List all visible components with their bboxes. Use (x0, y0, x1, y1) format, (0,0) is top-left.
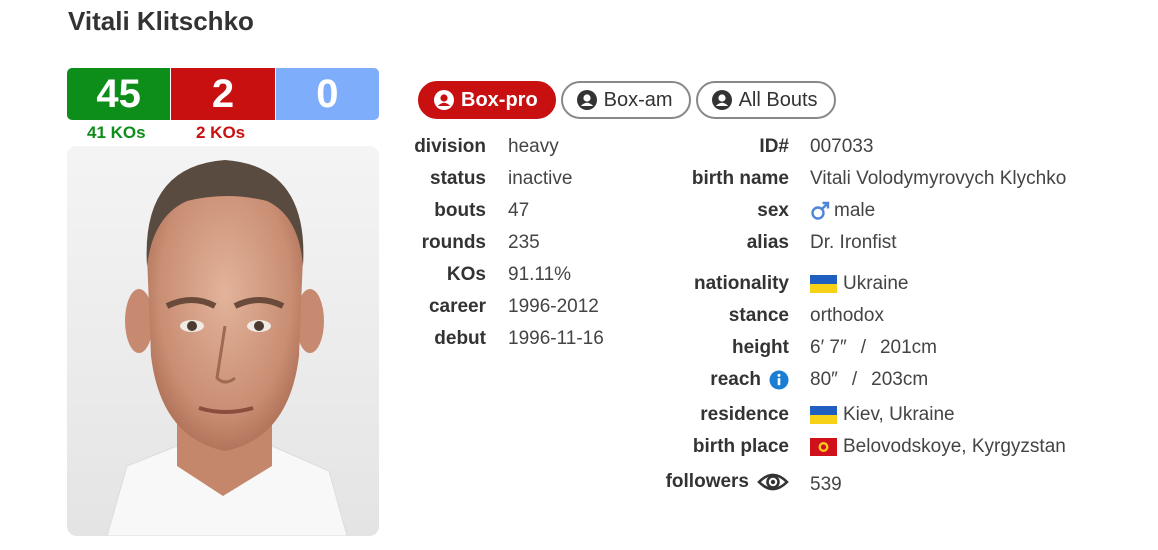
height-imperial: 6′ 7″ (810, 337, 847, 358)
birth-place-value-row: Belovodskoye, Kyrgyzstan (810, 436, 1066, 458)
birth-name-value: Vitali Volodymyrovych Klychko (810, 168, 1067, 189)
followers-label-row: followers (666, 470, 789, 494)
bouts-value: 47 (508, 200, 530, 221)
male-symbol-icon (811, 201, 830, 220)
sex-value-row: male (810, 200, 875, 222)
nationality-value-row: Ukraine (810, 273, 908, 295)
eye-icon[interactable] (757, 470, 789, 494)
info-icon[interactable] (769, 370, 789, 390)
reach-value-row: 80″ / 203cm (810, 369, 928, 391)
draws-count[interactable]: 0 (275, 68, 379, 120)
debut-label: debut (434, 328, 486, 349)
followers-value: 539 (810, 474, 842, 495)
height-value-row: 6′ 7″ / 201cm (810, 337, 937, 359)
tab-box-am-label: Box-am (603, 88, 673, 111)
kos-value: 91.11% (508, 264, 572, 285)
status-label: status (430, 168, 486, 189)
residence-value-row: Kiev, Ukraine (810, 404, 955, 426)
career-label: career (428, 296, 486, 317)
career-value: 1996-2012 (508, 296, 599, 317)
tab-box-pro[interactable]: Box-pro (418, 81, 556, 119)
division-value: heavy (508, 136, 559, 157)
height-separator: / (860, 337, 866, 358)
boxer-name: Vitali Klitschko (68, 6, 254, 36)
id-label: ID# (759, 136, 789, 157)
residence-value[interactable]: Kiev, Ukraine (843, 404, 955, 426)
user-circle-icon (576, 90, 597, 110)
nationality-value: Ukraine (843, 273, 909, 294)
status-value: inactive (508, 168, 573, 189)
stance-value: orthodox (810, 305, 884, 326)
sex-label: sex (757, 200, 789, 221)
birth-place-label: birth place (692, 436, 789, 457)
debut-value: 1996-11-16 (508, 328, 604, 349)
ukraine-flag-icon (810, 406, 837, 424)
rounds-value: 235 (508, 232, 540, 253)
tab-all-bouts[interactable]: All Bouts (695, 81, 836, 119)
losses-count[interactable]: 2 (170, 68, 276, 120)
reach-label: reach (710, 369, 761, 390)
id-value: 007033 (810, 136, 874, 157)
reach-imperial: 80″ (810, 369, 838, 390)
height-metric: 201cm (879, 337, 938, 358)
sex-value: male (834, 200, 876, 221)
ukraine-flag-icon (810, 275, 837, 293)
height-label: height (732, 337, 789, 358)
user-circle-icon (434, 90, 454, 110)
kyrgyzstan-flag-icon (810, 438, 837, 456)
alias-label: alias (746, 232, 789, 253)
birth-place-value[interactable]: Belovodskoye, Kyrgyzstan (843, 436, 1066, 458)
stance-label: stance (728, 305, 789, 326)
reach-label-row: reach (710, 369, 789, 391)
profile-tabs: Box-pro Box-am All Bouts (418, 81, 836, 119)
record-bar: 45 2 0 (67, 68, 379, 120)
bouts-label: bouts (434, 200, 486, 221)
nationality-label: nationality (693, 273, 789, 294)
alias-value: Dr. Ironfist (810, 232, 897, 253)
reach-metric: 203cm (871, 369, 929, 390)
boxer-photo (67, 146, 379, 536)
kos-label: KOs (446, 264, 486, 285)
tab-box-pro-label: Box-pro (461, 88, 538, 111)
tab-all-bouts-label: All Bouts (738, 88, 818, 111)
rounds-label: rounds (421, 232, 486, 253)
wins-count[interactable]: 45 (67, 68, 171, 120)
residence-label: residence (700, 404, 789, 425)
win-kos: 41 KOs (87, 123, 146, 142)
reach-separator: / (851, 369, 858, 390)
birth-name-label: birth name (691, 168, 789, 189)
division-label: division (414, 136, 486, 157)
followers-label: followers (665, 471, 749, 492)
user-circle-icon (711, 90, 732, 110)
loss-kos: 2 KOs (196, 123, 246, 142)
boxer-portrait-image (67, 146, 379, 536)
tab-box-am[interactable]: Box-am (560, 81, 691, 119)
